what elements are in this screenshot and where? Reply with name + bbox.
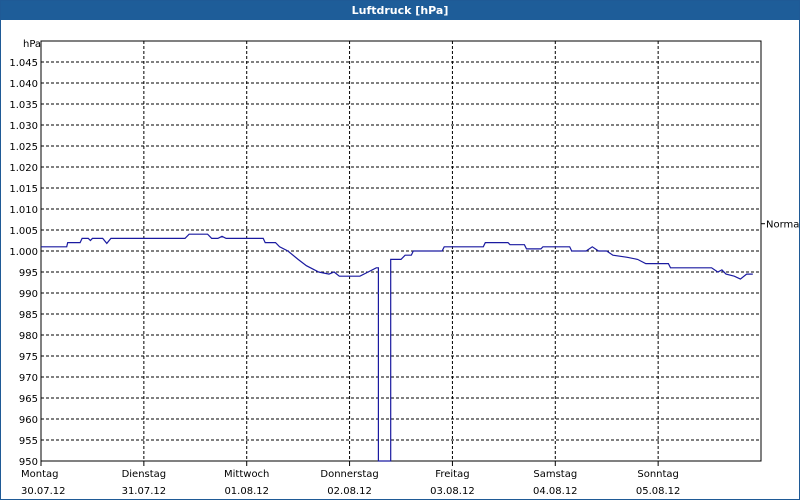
pressure-chart: 950 955 960 965 970 975 980 985 990 995 1.000 1.005… — [9, 39, 799, 497]
reference-line: Normal — [761, 220, 799, 231]
x-tick-date: 03.08.12 — [430, 486, 475, 497]
x-tick-date: 05.08.12 — [636, 486, 681, 497]
x-tick-day: Donnerstag — [320, 469, 378, 480]
x-tick-day: Sonntag — [637, 469, 679, 480]
x-tick-date: 31.07.12 — [122, 486, 167, 497]
x-tick-date: 02.08.12 — [327, 486, 372, 497]
x-tick-date: 04.08.12 — [533, 486, 578, 497]
x-tick-day: Samstag — [533, 469, 577, 480]
window-title: Luftdruck [hPa] — [1, 1, 799, 20]
y-axis-label: hPa — [23, 39, 41, 50]
chart-window: Luftdruck [hPa] 950 955 960 965 970 975 980 985… — [0, 0, 800, 500]
y-tick-label: 1.010 — [9, 205, 38, 216]
y-tick-label: 1.000 — [9, 247, 38, 258]
y-tick-label: 995 — [19, 268, 38, 279]
y-axis-ticks: 950 955 960 965 970 975 980 985 990 995 1.000 1.005… — [9, 58, 38, 468]
x-tick-day: Montag — [21, 469, 58, 480]
y-tick-label: 1.020 — [9, 163, 38, 174]
x-axis-ticks: Montag 30.07.12 Dienstag 31.07.12 Mittwoch 01… — [21, 461, 680, 497]
x-tick-day: Dienstag — [122, 469, 167, 480]
y-tick-label: 990 — [19, 289, 38, 300]
x-tick-day: Mittwoch — [224, 469, 269, 480]
y-tick-label: 1.005 — [9, 226, 38, 237]
x-tick-day: Freitag — [435, 469, 469, 480]
y-tick-label: 955 — [19, 436, 38, 447]
reference-label: Normal — [766, 220, 799, 231]
y-tick-label: 1.040 — [9, 79, 38, 90]
x-tick-date: 30.07.12 — [21, 486, 66, 497]
y-tick-label: 975 — [19, 352, 38, 363]
grid — [41, 41, 761, 461]
y-tick-label: 950 — [19, 457, 38, 468]
y-tick-label: 960 — [19, 415, 38, 426]
y-tick-label: 1.025 — [9, 142, 38, 153]
y-tick-label: 985 — [19, 310, 38, 321]
y-tick-label: 1.035 — [9, 100, 38, 111]
y-tick-label: 980 — [19, 331, 38, 342]
y-tick-label: 965 — [19, 394, 38, 405]
y-tick-label: 1.015 — [9, 184, 38, 195]
x-tick-date: 01.08.12 — [224, 486, 269, 497]
y-tick-label: 970 — [19, 373, 38, 384]
y-tick-label: 1.030 — [9, 121, 38, 132]
y-tick-label: 1.045 — [9, 58, 38, 69]
pressure-series-line — [41, 233, 753, 462]
